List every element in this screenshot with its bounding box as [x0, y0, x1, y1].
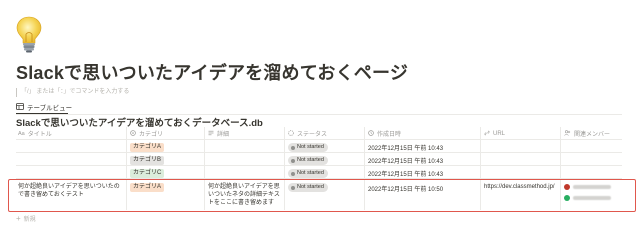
status-badge[interactable]: Not started — [288, 156, 328, 165]
column-header-category[interactable]: カテゴリ — [130, 127, 163, 140]
column-label: 作成日時 — [377, 132, 402, 138]
divider — [16, 114, 622, 115]
status-icon — [288, 129, 294, 138]
created-time: 2022年12月15日 午前 10:43 — [368, 159, 444, 165]
clock-icon — [368, 129, 374, 138]
command-hint[interactable]: 「/」 または「：」でコマンドを入力する — [16, 88, 129, 97]
link-icon — [484, 130, 490, 138]
tab-table-view[interactable]: テーブルビュー — [16, 102, 72, 112]
lines-icon — [208, 130, 214, 138]
column-header-detail[interactable]: 詳細 — [208, 127, 229, 140]
table-icon — [16, 102, 24, 112]
status-badge[interactable]: Not started — [288, 169, 328, 178]
category-tag[interactable]: カテゴリC — [130, 169, 165, 178]
page-title[interactable]: Slackで思いついたアイデアを溜めておくページ — [16, 63, 408, 83]
column-header-url[interactable]: URL — [484, 127, 505, 140]
plus-icon: + — [16, 213, 21, 223]
column-label: 関連メンバー — [574, 132, 611, 138]
created-time: 2022年12月15日 午前 10:43 — [368, 172, 444, 178]
table-row[interactable]: カテゴリB Not started 2022年12月15日 午前 10:43 — [16, 153, 622, 166]
status-label: Not started — [297, 170, 324, 176]
highlight-box — [8, 179, 636, 212]
column-label: URL — [493, 130, 506, 137]
status-badge[interactable]: Not started — [288, 143, 328, 152]
category-tag[interactable]: カテゴリB — [130, 156, 165, 165]
column-label: タイトル — [27, 132, 52, 138]
column-header-created[interactable]: 作成日時 — [368, 127, 401, 140]
column-label: ステータス — [297, 132, 328, 138]
column-header-status[interactable]: ステータス — [288, 127, 327, 140]
column-header-title[interactable]: Aa タイトル — [18, 127, 52, 140]
new-row-label: 新規 — [23, 217, 36, 223]
column-header-members[interactable]: 関連メンバー — [564, 127, 610, 140]
text-icon: Aa — [18, 130, 25, 137]
status-label: Not started — [297, 144, 324, 150]
status-label: Not started — [297, 157, 324, 163]
created-time: 2022年12月15日 午前 10:43 — [368, 146, 444, 152]
table-row[interactable]: カテゴリC Not started 2022年12月15日 午前 10:43 — [16, 166, 622, 179]
table-header: Aa タイトル カテゴリ 詳細 ステータス 作成日時 URL 関連メンバー — [16, 127, 622, 140]
status-dot-icon — [291, 158, 295, 163]
category-tag[interactable]: カテゴリA — [130, 143, 165, 152]
add-new-row-button[interactable]: + 新規 — [16, 214, 36, 223]
column-label: 詳細 — [217, 132, 230, 138]
table-row[interactable]: カテゴリA Not started 2022年12月15日 午前 10:43 — [16, 140, 622, 153]
status-dot-icon — [291, 171, 295, 176]
tab-label: テーブルビュー — [27, 105, 73, 112]
select-icon — [130, 129, 136, 138]
person-icon — [564, 129, 571, 138]
lightbulb-icon[interactable] — [14, 14, 44, 54]
column-label: カテゴリ — [139, 132, 164, 138]
status-dot-icon — [291, 145, 295, 150]
